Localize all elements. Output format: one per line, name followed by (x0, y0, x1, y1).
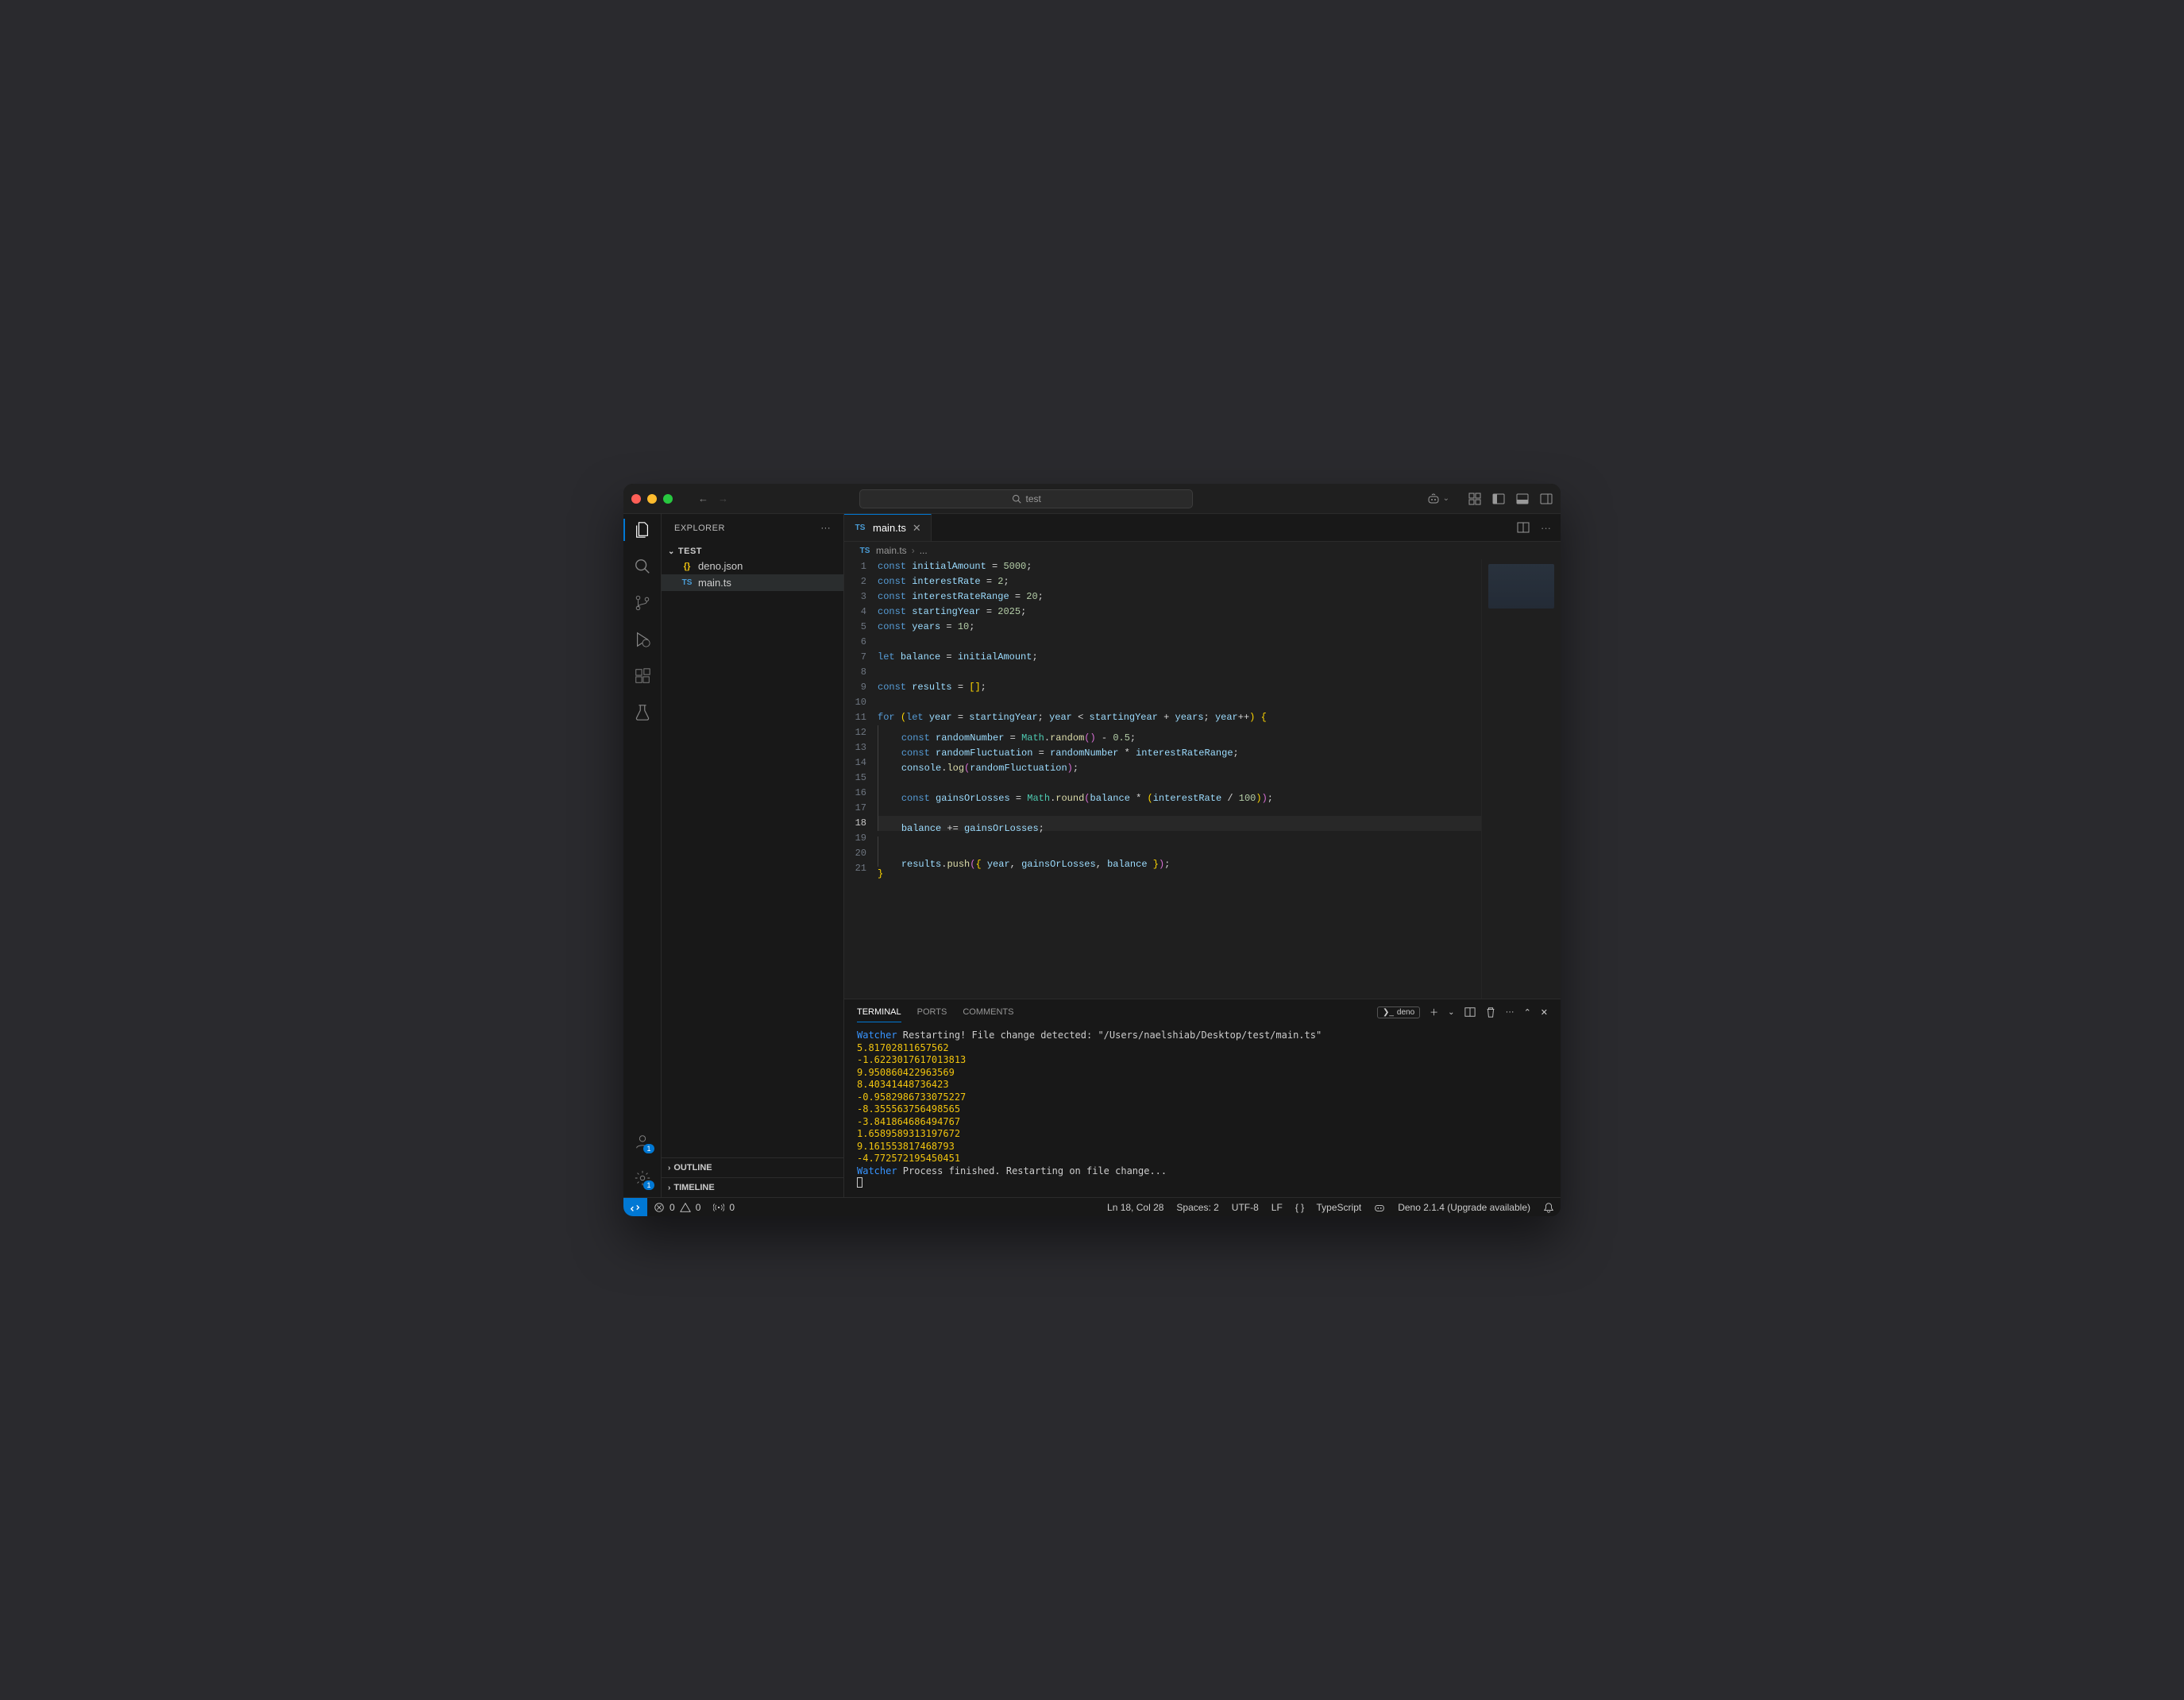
folder-root[interactable]: ⌄ TEST (662, 545, 843, 558)
terminal-shell-selector[interactable]: ❯_ deno (1377, 1006, 1420, 1018)
tab-more-icon[interactable]: ··· (1541, 522, 1551, 534)
activity-debug[interactable] (633, 630, 652, 649)
copilot-menu[interactable]: ⌄ (1427, 493, 1449, 505)
file-icon: {} (681, 562, 693, 571)
panel-bottom-icon[interactable] (1516, 493, 1529, 505)
zoom-window[interactable] (663, 494, 673, 504)
indentation-status[interactable]: Spaces: 2 (1170, 1202, 1225, 1213)
ts-file-icon: TS (859, 547, 871, 555)
terminal-icon: ❯_ (1383, 1008, 1394, 1017)
outline-section[interactable]: › OUTLINE (662, 1157, 843, 1177)
panel-tab-comments[interactable]: COMMENTS (963, 1007, 1013, 1017)
minimize-window[interactable] (647, 494, 657, 504)
tab-label: main.ts (873, 522, 906, 534)
copilot-status[interactable] (1368, 1202, 1391, 1213)
panel-left-icon[interactable] (1492, 493, 1505, 505)
problems-status[interactable]: 0 0 (647, 1202, 707, 1213)
editor-group: TS main.ts ✕ ··· TS main.ts › ... 123456… (844, 514, 1561, 1197)
beaker-icon (634, 704, 651, 721)
sidebar-title: EXPLORER (674, 524, 725, 533)
file-icon: TS (681, 578, 693, 587)
copilot-icon (1427, 493, 1440, 505)
extensions-icon (634, 667, 651, 685)
nav-back-icon[interactable]: ← (698, 493, 708, 504)
bell-icon (1543, 1202, 1554, 1213)
new-terminal-icon[interactable]: ＋ (1430, 1006, 1438, 1018)
chevron-right-icon: › (668, 1164, 670, 1173)
remote-indicator[interactable] (623, 1198, 647, 1216)
encoding-status[interactable]: UTF-8 (1225, 1202, 1265, 1213)
antenna-icon (713, 1202, 724, 1213)
eol-status[interactable]: LF (1265, 1202, 1289, 1213)
close-window[interactable] (631, 494, 641, 504)
activity-explorer[interactable] (633, 520, 652, 539)
panel-tab-ports[interactable]: PORTS (917, 1007, 947, 1017)
panel-tab-terminal[interactable]: TERMINAL (857, 1007, 901, 1022)
split-terminal-icon[interactable] (1464, 1006, 1476, 1018)
activity-testing[interactable] (633, 703, 652, 722)
activity-settings[interactable]: 1 (633, 1169, 652, 1188)
tab-bar: TS main.ts ✕ ··· (844, 514, 1561, 542)
activity-extensions[interactable] (633, 666, 652, 686)
code-editor[interactable]: 123456789101112131415161718192021 const … (844, 559, 1481, 999)
close-tab-icon[interactable]: ✕ (913, 522, 921, 535)
runtime-status[interactable]: Deno 2.1.4 (Upgrade available) (1391, 1202, 1537, 1213)
split-editor-icon[interactable] (1517, 521, 1530, 534)
chevron-down-icon: ⌄ (668, 547, 675, 556)
chevron-right-icon: › (668, 1184, 670, 1192)
ts-file-icon: TS (854, 524, 866, 532)
close-panel-icon[interactable]: ✕ (1541, 1007, 1548, 1018)
line-gutter: 123456789101112131415161718192021 (844, 559, 878, 999)
file-item[interactable]: TS main.ts (662, 574, 843, 591)
panel-right-icon[interactable] (1540, 493, 1553, 505)
layout-customize-icon[interactable] (1468, 493, 1481, 505)
window-controls (631, 494, 673, 504)
vscode-window: ← → test ⌄ (623, 484, 1561, 1216)
status-bar: 0 0 0 Ln 18, Col 28 Spaces: 2 UTF-8 LF {… (623, 1197, 1561, 1216)
warning-icon (680, 1202, 691, 1213)
search-icon (1012, 494, 1021, 504)
ports-status[interactable]: 0 (707, 1202, 741, 1213)
accounts-badge: 1 (643, 1144, 654, 1153)
chevron-down-icon[interactable]: ⌄ (1448, 1008, 1454, 1017)
cursor-position[interactable]: Ln 18, Col 28 (1101, 1202, 1170, 1213)
branch-icon (634, 594, 651, 612)
error-icon (654, 1202, 665, 1213)
activity-search[interactable] (633, 557, 652, 576)
nav-forward-icon[interactable]: → (718, 493, 728, 504)
braces-icon: { } (1295, 1202, 1304, 1213)
breadcrumb[interactable]: TS main.ts › ... (844, 542, 1561, 559)
sidebar-more-icon[interactable]: ··· (821, 524, 832, 533)
files-icon (634, 521, 651, 539)
search-icon (634, 558, 651, 575)
timeline-section[interactable]: › TIMELINE (662, 1177, 843, 1197)
folder-name: TEST (678, 547, 702, 556)
activity-bar: 1 1 (623, 514, 662, 1197)
terminal-output[interactable]: Watcher Restarting! File change detected… (844, 1025, 1561, 1197)
activity-accounts[interactable]: 1 (633, 1132, 652, 1151)
code-content[interactable]: const initialAmount = 5000;const interes… (878, 559, 1481, 999)
tab-main-ts[interactable]: TS main.ts ✕ (844, 514, 932, 541)
file-name: deno.json (698, 560, 743, 572)
minimap[interactable] (1481, 559, 1561, 999)
notifications-status[interactable] (1537, 1202, 1561, 1213)
panel-more-icon[interactable]: ··· (1506, 1007, 1515, 1017)
copilot-icon (1374, 1202, 1385, 1213)
activity-source-control[interactable] (633, 593, 652, 612)
trash-icon[interactable] (1485, 1006, 1496, 1018)
chevron-down-icon: ⌄ (1443, 494, 1449, 503)
remote-icon (630, 1202, 641, 1213)
bottom-panel: TERMINAL PORTS COMMENTS ❯_ deno ＋ ⌄ ··· … (844, 999, 1561, 1197)
search-text: test (1026, 493, 1041, 504)
play-bug-icon (634, 631, 651, 648)
file-item[interactable]: {} deno.json (662, 558, 843, 574)
file-name: main.ts (698, 577, 731, 589)
maximize-panel-icon[interactable]: ⌃ (1524, 1007, 1531, 1018)
explorer-sidebar: EXPLORER ··· ⌄ TEST {} deno.json TS main.ts… (662, 514, 844, 1197)
titlebar: ← → test ⌄ (623, 484, 1561, 514)
settings-badge: 1 (643, 1180, 654, 1190)
command-center[interactable]: test (859, 489, 1193, 508)
language-status[interactable]: { } TypeScript (1289, 1202, 1368, 1213)
